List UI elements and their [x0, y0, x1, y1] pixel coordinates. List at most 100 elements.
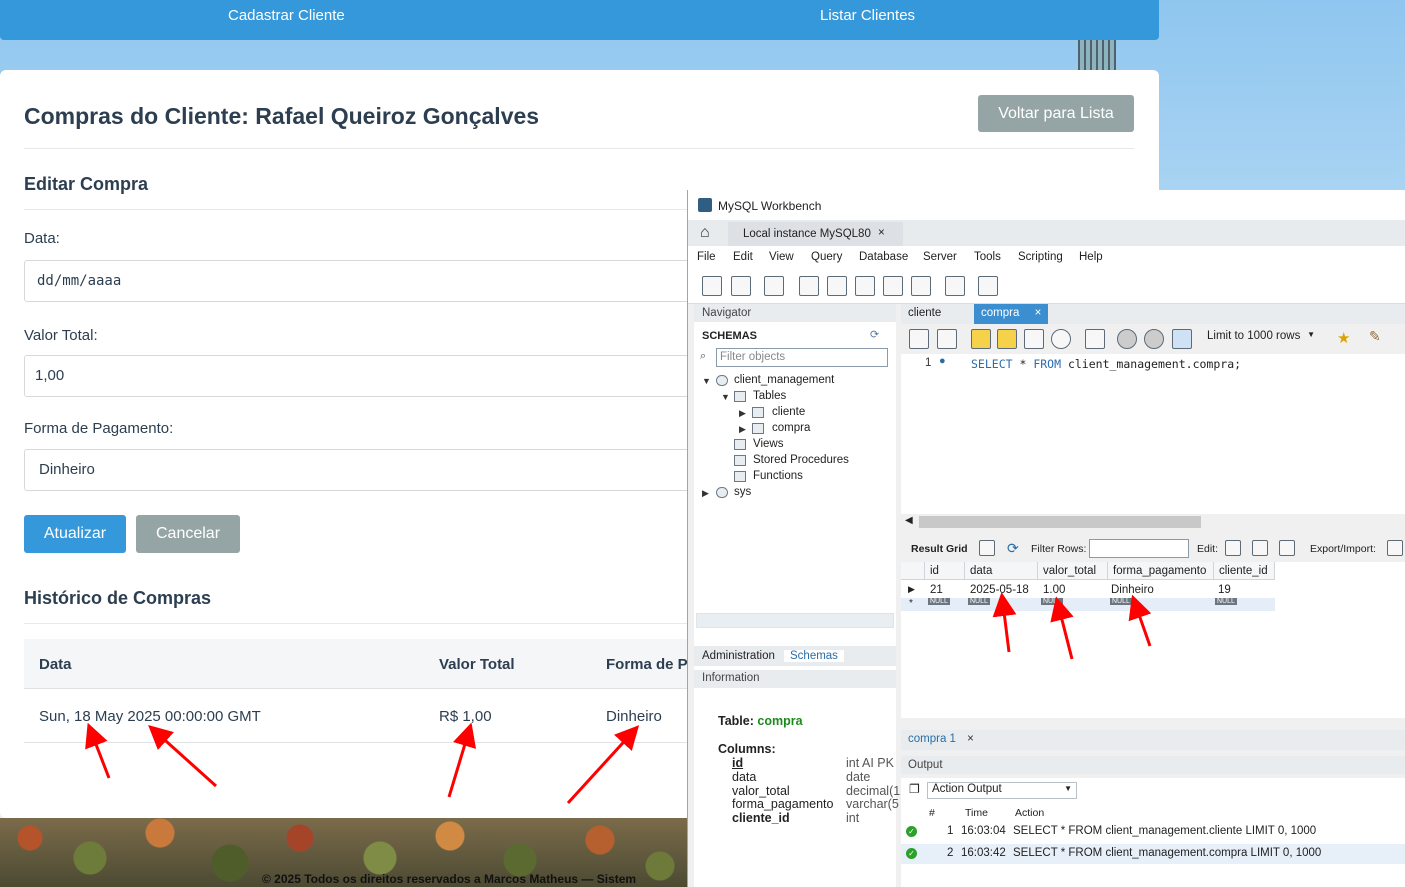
forma-pagamento-select[interactable]: Dinheiro	[24, 449, 724, 491]
table-cliente-icon	[752, 407, 764, 418]
data-label: Data:	[24, 230, 60, 247]
editor-tab-cliente[interactable]: cliente	[901, 304, 948, 324]
tab-schemas[interactable]: Schemas	[784, 650, 844, 662]
execute-icon[interactable]	[971, 329, 991, 349]
menu-edit[interactable]: Edit	[733, 251, 753, 263]
info-col-type: varchar(5	[846, 797, 899, 811]
grid-cell-cliente-id[interactable]: 19	[1218, 584, 1231, 596]
grid-cell-forma-pagamento[interactable]: Dinheiro	[1111, 584, 1154, 596]
update-button[interactable]: Atualizar	[24, 515, 126, 553]
refresh-results-icon[interactable]: ⟳	[1007, 540, 1019, 557]
menu-query[interactable]: Query	[811, 251, 842, 263]
open-sql-icon[interactable]	[731, 276, 751, 296]
edit-row-icon[interactable]	[1225, 540, 1241, 556]
grid-cell-id[interactable]: 21	[930, 584, 943, 596]
expand-cliente-icon[interactable]: ▶	[739, 408, 746, 419]
copy-output-icon[interactable]: ❐	[909, 782, 920, 796]
toggle-error-icon[interactable]	[1085, 329, 1105, 349]
beautify-star-icon[interactable]: ★	[1337, 329, 1350, 347]
tree-functions[interactable]: Functions	[753, 470, 803, 482]
filter-rows-input[interactable]	[1089, 539, 1189, 558]
delete-row-icon[interactable]	[1279, 540, 1295, 556]
connection-tab[interactable]: Local instance MySQL80 ×	[728, 222, 903, 246]
commit-icon[interactable]	[1117, 329, 1137, 349]
wrench-icon[interactable]: ✎	[1369, 328, 1381, 345]
nav-cadastrar-cliente[interactable]: Cadastrar Cliente	[228, 7, 345, 24]
reconnect-icon[interactable]	[978, 276, 998, 296]
back-to-list-button[interactable]: Voltar para Lista	[978, 95, 1134, 132]
create-function-icon[interactable]	[911, 276, 931, 296]
data-input[interactable]: dd/mm/aaaa	[24, 260, 724, 302]
result-grid-label[interactable]: Result Grid	[911, 543, 968, 555]
grid-header-forma-pagamento[interactable]: forma_pagamento	[1108, 562, 1214, 580]
grid-header-data[interactable]: data	[965, 562, 1038, 580]
tree-table-compra[interactable]: compra	[772, 422, 810, 434]
tree-table-cliente[interactable]: cliente	[772, 406, 805, 418]
add-row-icon[interactable]	[1252, 540, 1268, 556]
grid-cell-data[interactable]: 2025-05-18	[970, 584, 1029, 596]
tree-views[interactable]: Views	[753, 438, 783, 450]
create-schema-icon[interactable]	[799, 276, 819, 296]
schemas-label: SCHEMAS	[702, 330, 758, 342]
nav-listar-clientes[interactable]: Listar Clientes	[820, 7, 915, 24]
menu-server[interactable]: Server	[923, 251, 957, 263]
refresh-schemas-icon[interactable]: ⟳	[870, 328, 879, 341]
open-file-icon[interactable]	[909, 329, 929, 349]
grid-view-icon[interactable]	[979, 540, 995, 556]
tree-stored-procedures[interactable]: Stored Procedures	[753, 454, 849, 466]
result-tab-compra-1[interactable]: compra 1 ×	[908, 733, 974, 745]
export-icon[interactable]	[1387, 540, 1403, 556]
explain-icon[interactable]	[1024, 329, 1044, 349]
output-row[interactable]: ✓ 1 16:03:04 SELECT * FROM client_manage…	[901, 822, 1405, 842]
stop-icon[interactable]	[1051, 329, 1071, 349]
create-procedure-icon[interactable]	[883, 276, 903, 296]
scroll-left-icon[interactable]: ◀	[905, 515, 913, 526]
create-table-icon[interactable]	[827, 276, 847, 296]
grid-header-id[interactable]: id	[925, 562, 965, 580]
output-header-action: Action	[1015, 807, 1045, 819]
menu-scripting[interactable]: Scripting	[1018, 251, 1063, 263]
autocommit-icon[interactable]	[1172, 329, 1192, 349]
sql-statement[interactable]: SELECT * FROM client_management.compra;	[971, 357, 1241, 371]
tree-schema-client-management[interactable]: client_management	[734, 374, 834, 386]
filter-objects-input[interactable]: Filter objects	[716, 348, 888, 367]
sql-editor[interactable]: 1 ● SELECT * FROM client_management.comp…	[901, 354, 1405, 514]
output-type-select[interactable]: Action Output ▼	[927, 782, 1077, 799]
save-icon[interactable]	[937, 329, 957, 349]
tree-schema-sys[interactable]: sys	[734, 486, 751, 498]
menu-database[interactable]: Database	[859, 251, 908, 263]
navigator-header: Navigator	[694, 304, 896, 322]
search-table-data-icon[interactable]	[945, 276, 965, 296]
menu-help[interactable]: Help	[1079, 251, 1103, 263]
expand-schema-icon[interactable]: ▼	[702, 376, 711, 386]
connection-tab-close-icon[interactable]: ×	[878, 227, 885, 239]
output-row[interactable]: ✓ 2 16:03:42 SELECT * FROM client_manage…	[901, 844, 1405, 864]
expand-compra-icon[interactable]: ▶	[739, 424, 746, 435]
home-icon[interactable]: ⌂	[700, 224, 710, 242]
menu-tools[interactable]: Tools	[974, 251, 1001, 263]
valor-total-input[interactable]: 1,00	[24, 355, 724, 397]
views-folder-icon	[734, 439, 746, 450]
execute-current-icon[interactable]	[997, 329, 1017, 349]
scrollbar-thumb[interactable]	[919, 516, 1201, 528]
menu-view[interactable]: View	[769, 251, 794, 263]
editor-tab-close-icon[interactable]: ×	[1035, 307, 1042, 319]
rollback-icon[interactable]	[1144, 329, 1164, 349]
new-sql-tab-icon[interactable]	[702, 276, 722, 296]
tab-administration[interactable]: Administration	[702, 650, 775, 662]
success-check-icon: ✓	[906, 826, 917, 837]
editor-horizontal-scrollbar[interactable]: ◀	[901, 514, 1405, 530]
cancel-button[interactable]: Cancelar	[136, 515, 240, 553]
editor-tab-compra[interactable]: compra ×	[974, 304, 1049, 324]
menu-file[interactable]: File	[697, 251, 716, 263]
tree-tables[interactable]: Tables	[753, 390, 786, 402]
grid-cell-valor-total[interactable]: 1.00	[1043, 584, 1065, 596]
expand-tables-icon[interactable]: ▼	[721, 392, 730, 402]
result-tab-close-icon[interactable]: ×	[967, 733, 974, 745]
grid-header-valor-total[interactable]: valor_total	[1038, 562, 1108, 580]
create-view-icon[interactable]	[855, 276, 875, 296]
limit-rows-select[interactable]: Limit to 1000 rows ▼	[1207, 330, 1319, 349]
expand-sys-icon[interactable]: ▶	[702, 488, 709, 499]
inspector-icon[interactable]	[764, 276, 784, 296]
grid-header-cliente-id[interactable]: cliente_id	[1214, 562, 1275, 580]
